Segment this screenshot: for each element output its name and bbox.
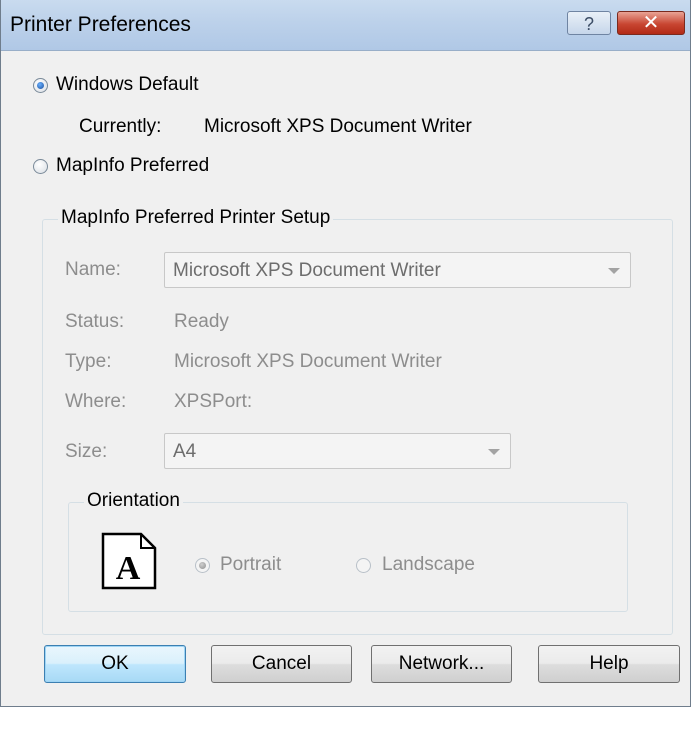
help-icon-button[interactable]: ? bbox=[567, 11, 611, 35]
paper-size-value: A4 bbox=[173, 441, 197, 462]
status-label: Status: bbox=[65, 311, 125, 332]
printer-name-value: Microsoft XPS Document Writer bbox=[173, 260, 441, 281]
chevron-down-icon bbox=[488, 449, 500, 455]
landscape-radio[interactable] bbox=[356, 558, 371, 573]
help-button[interactable]: Help bbox=[538, 645, 680, 683]
cancel-button[interactable]: Cancel bbox=[211, 645, 352, 683]
currently-value: Microsoft XPS Document Writer bbox=[204, 116, 472, 137]
landscape-label[interactable]: Landscape bbox=[382, 554, 475, 576]
mapinfo-preferred-label[interactable]: MapInfo Preferred bbox=[56, 155, 209, 177]
mapinfo-preferred-radio[interactable] bbox=[33, 159, 48, 174]
type-label: Type: bbox=[65, 351, 112, 372]
portrait-radio[interactable] bbox=[195, 558, 210, 573]
ok-button[interactable]: OK bbox=[44, 645, 186, 683]
where-value: XPSPort: bbox=[174, 391, 253, 412]
windows-default-radio[interactable] bbox=[33, 78, 48, 93]
chevron-down-icon bbox=[608, 268, 620, 274]
status-value: Ready bbox=[174, 311, 229, 332]
orientation-page-icon: A bbox=[101, 532, 157, 590]
windows-default-label[interactable]: Windows Default bbox=[56, 74, 199, 96]
portrait-label[interactable]: Portrait bbox=[220, 554, 281, 576]
orientation-group-label: Orientation bbox=[84, 490, 183, 512]
dialog-title: Printer Preferences bbox=[10, 13, 191, 36]
printer-setup-group-label: MapInfo Preferred Printer Setup bbox=[58, 207, 334, 229]
where-label: Where: bbox=[65, 391, 127, 412]
printer-name-dropdown[interactable]: Microsoft XPS Document Writer bbox=[164, 252, 631, 288]
name-label: Name: bbox=[65, 259, 121, 280]
size-label: Size: bbox=[65, 441, 108, 462]
title-bar[interactable]: Printer Preferences ? ✕ bbox=[1, 0, 690, 51]
currently-label: Currently: bbox=[79, 116, 162, 137]
network-button[interactable]: Network... bbox=[371, 645, 512, 683]
paper-size-dropdown[interactable]: A4 bbox=[164, 433, 511, 469]
page-letter: A bbox=[116, 550, 141, 587]
type-value: Microsoft XPS Document Writer bbox=[174, 351, 442, 372]
printer-preferences-dialog: Printer Preferences ? ✕ Windows Default … bbox=[0, 0, 691, 707]
close-button[interactable]: ✕ bbox=[617, 11, 685, 35]
